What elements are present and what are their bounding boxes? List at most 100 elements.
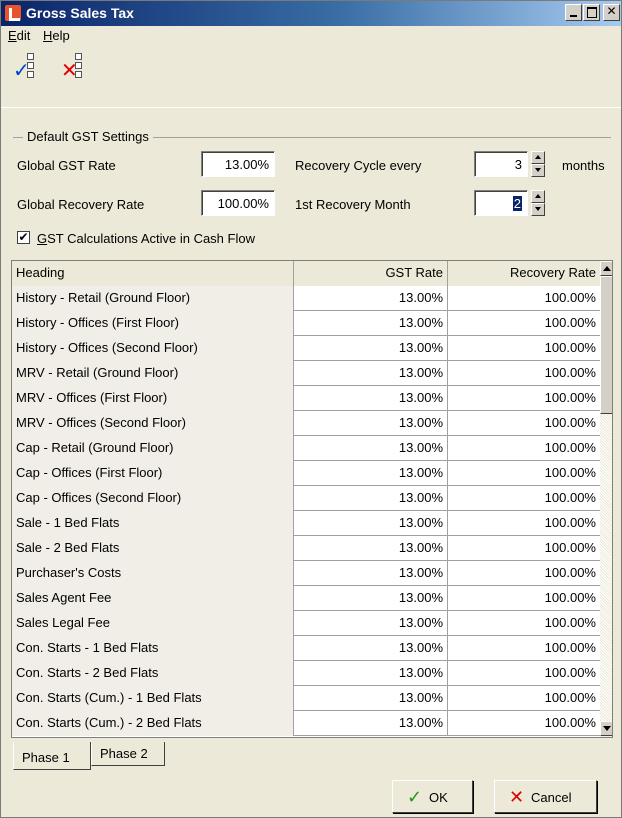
tab-phase-2[interactable]: Phase 2 [91,742,165,766]
stepper-up-icon[interactable] [531,151,545,164]
cell-gst-rate[interactable]: 13.00% [294,286,448,311]
table-row[interactable]: Con. Starts - 1 Bed Flats 13.00% 100.00% [12,636,600,661]
cell-heading[interactable]: Con. Starts - 2 Bed Flats [12,661,294,686]
cell-recovery-rate[interactable]: 100.00% [448,311,600,336]
global-gst-rate-field[interactable]: 13.00% [201,151,275,177]
cell-gst-rate[interactable]: 13.00% [294,436,448,461]
menu-edit[interactable]: Edit [8,28,30,43]
cell-recovery-rate[interactable]: 100.00% [448,636,600,661]
cell-gst-rate[interactable]: 13.00% [294,486,448,511]
cell-heading[interactable]: Sale - 1 Bed Flats [12,511,294,536]
cell-gst-rate[interactable]: 13.00% [294,411,448,436]
cell-gst-rate[interactable]: 13.00% [294,611,448,636]
cancel-button[interactable]: ✕ Cancel [494,780,597,813]
cell-recovery-rate[interactable]: 100.00% [448,511,600,536]
gst-active-checkbox[interactable]: ✔ [17,231,30,244]
cell-heading[interactable]: History - Offices (First Floor) [12,311,294,336]
table-row[interactable]: Con. Starts (Cum.) - 1 Bed Flats 13.00% 10… [12,686,600,711]
table-row[interactable]: Sales Legal Fee 13.00% 100.00% [12,611,600,636]
cell-heading[interactable]: Cap - Offices (First Floor) [12,461,294,486]
table-row[interactable]: MRV - Offices (First Floor) 13.00% 100.00% [12,386,600,411]
table-row[interactable]: History - Offices (Second Floor) 13.00% 10… [12,336,600,361]
cell-recovery-rate[interactable]: 100.00% [448,561,600,586]
table-row[interactable]: Sale - 2 Bed Flats 13.00% 100.00% [12,536,600,561]
global-recovery-rate-field[interactable]: 100.00% [201,190,275,216]
cell-gst-rate[interactable]: 13.00% [294,661,448,686]
minimize-button[interactable] [565,4,582,21]
first-recovery-month-field[interactable]: 2 [474,190,528,216]
cell-gst-rate[interactable]: 13.00% [294,386,448,411]
table-row[interactable]: Purchaser's Costs 13.00% 100.00% [12,561,600,586]
vertical-scrollbar[interactable] [600,261,612,737]
table-row[interactable]: Sales Agent Fee 13.00% 100.00% [12,586,600,611]
stepper-up-icon[interactable] [531,190,545,203]
cell-heading[interactable]: Con. Starts - 1 Bed Flats [12,636,294,661]
cell-gst-rate[interactable]: 13.00% [294,311,448,336]
table-row[interactable]: Sale - 1 Bed Flats 13.00% 100.00% [12,511,600,536]
deselect-all-button[interactable]: ✕ [61,52,87,86]
scroll-up-icon[interactable] [600,261,612,276]
cell-heading[interactable]: Sales Agent Fee [12,586,294,611]
recovery-cycle-stepper[interactable] [531,151,545,177]
cell-heading[interactable]: Purchaser's Costs [12,561,294,586]
gst-active-label[interactable]: GST Calculations Active in Cash Flow [37,231,255,246]
cell-heading[interactable]: Con. Starts (Cum.) - 1 Bed Flats [12,686,294,711]
cell-recovery-rate[interactable]: 100.00% [448,286,600,311]
stepper-down-icon[interactable] [531,203,545,216]
cell-heading[interactable]: Cap - Retail (Ground Floor) [12,436,294,461]
cell-recovery-rate[interactable]: 100.00% [448,661,600,686]
cell-recovery-rate[interactable]: 100.00% [448,486,600,511]
recovery-cycle-field[interactable]: 3 [474,151,528,177]
scroll-down-icon[interactable] [600,721,612,736]
cell-heading[interactable]: MRV - Retail (Ground Floor) [12,361,294,386]
ok-button[interactable]: ✓ OK [392,780,473,813]
column-header-heading[interactable]: Heading [12,261,294,286]
cell-heading[interactable]: History - Retail (Ground Floor) [12,286,294,311]
cell-recovery-rate[interactable]: 100.00% [448,436,600,461]
cell-heading[interactable]: MRV - Offices (First Floor) [12,386,294,411]
cell-gst-rate[interactable]: 13.00% [294,636,448,661]
cell-gst-rate[interactable]: 13.00% [294,511,448,536]
first-recovery-month-stepper[interactable] [531,190,545,216]
menu-help[interactable]: Help [43,28,70,43]
cell-gst-rate[interactable]: 13.00% [294,361,448,386]
cell-heading[interactable]: Sale - 2 Bed Flats [12,536,294,561]
cell-gst-rate[interactable]: 13.00% [294,536,448,561]
column-header-recovery-rate[interactable]: Recovery Rate [448,261,600,286]
cell-gst-rate[interactable]: 13.00% [294,336,448,361]
cell-recovery-rate[interactable]: 100.00% [448,711,600,736]
cell-gst-rate[interactable]: 13.00% [294,586,448,611]
table-row[interactable]: History - Offices (First Floor) 13.00% 100… [12,311,600,336]
cell-heading[interactable]: Con. Starts (Cum.) - 2 Bed Flats [12,711,294,736]
cell-recovery-rate[interactable]: 100.00% [448,586,600,611]
cell-recovery-rate[interactable]: 100.00% [448,361,600,386]
cell-recovery-rate[interactable]: 100.00% [448,386,600,411]
cell-heading[interactable]: Sales Legal Fee [12,611,294,636]
table-row[interactable]: Cap - Offices (First Floor) 13.00% 100.00% [12,461,600,486]
table-row[interactable]: Cap - Retail (Ground Floor) 13.00% 100.00% [12,436,600,461]
cell-gst-rate[interactable]: 13.00% [294,686,448,711]
cell-recovery-rate[interactable]: 100.00% [448,686,600,711]
cell-heading[interactable]: MRV - Offices (Second Floor) [12,411,294,436]
maximize-button[interactable] [583,4,600,21]
close-button[interactable]: ✕ [603,4,620,21]
cell-heading[interactable]: History - Offices (Second Floor) [12,336,294,361]
table-row[interactable]: MRV - Offices (Second Floor) 13.00% 100.00… [12,411,600,436]
stepper-down-icon[interactable] [531,164,545,177]
select-all-button[interactable]: ✓ [13,52,39,86]
title-bar[interactable]: Gross Sales Tax ✕ [1,1,621,26]
cell-recovery-rate[interactable]: 100.00% [448,336,600,361]
cell-gst-rate[interactable]: 13.00% [294,711,448,736]
table-row[interactable]: Con. Starts - 2 Bed Flats 13.00% 100.00% [12,661,600,686]
cell-gst-rate[interactable]: 13.00% [294,461,448,486]
table-row[interactable]: Cap - Offices (Second Floor) 13.00% 100.00… [12,486,600,511]
table-row[interactable]: History - Retail (Ground Floor) 13.00% 100… [12,286,600,311]
cell-gst-rate[interactable]: 13.00% [294,561,448,586]
cell-recovery-rate[interactable]: 100.00% [448,461,600,486]
cell-heading[interactable]: Cap - Offices (Second Floor) [12,486,294,511]
tab-phase-1[interactable]: Phase 1 [13,742,91,770]
cell-recovery-rate[interactable]: 100.00% [448,536,600,561]
table-row[interactable]: Con. Starts (Cum.) - 2 Bed Flats 13.00% 10… [12,711,600,736]
scrollbar-thumb[interactable] [600,276,612,414]
cell-recovery-rate[interactable]: 100.00% [448,611,600,636]
